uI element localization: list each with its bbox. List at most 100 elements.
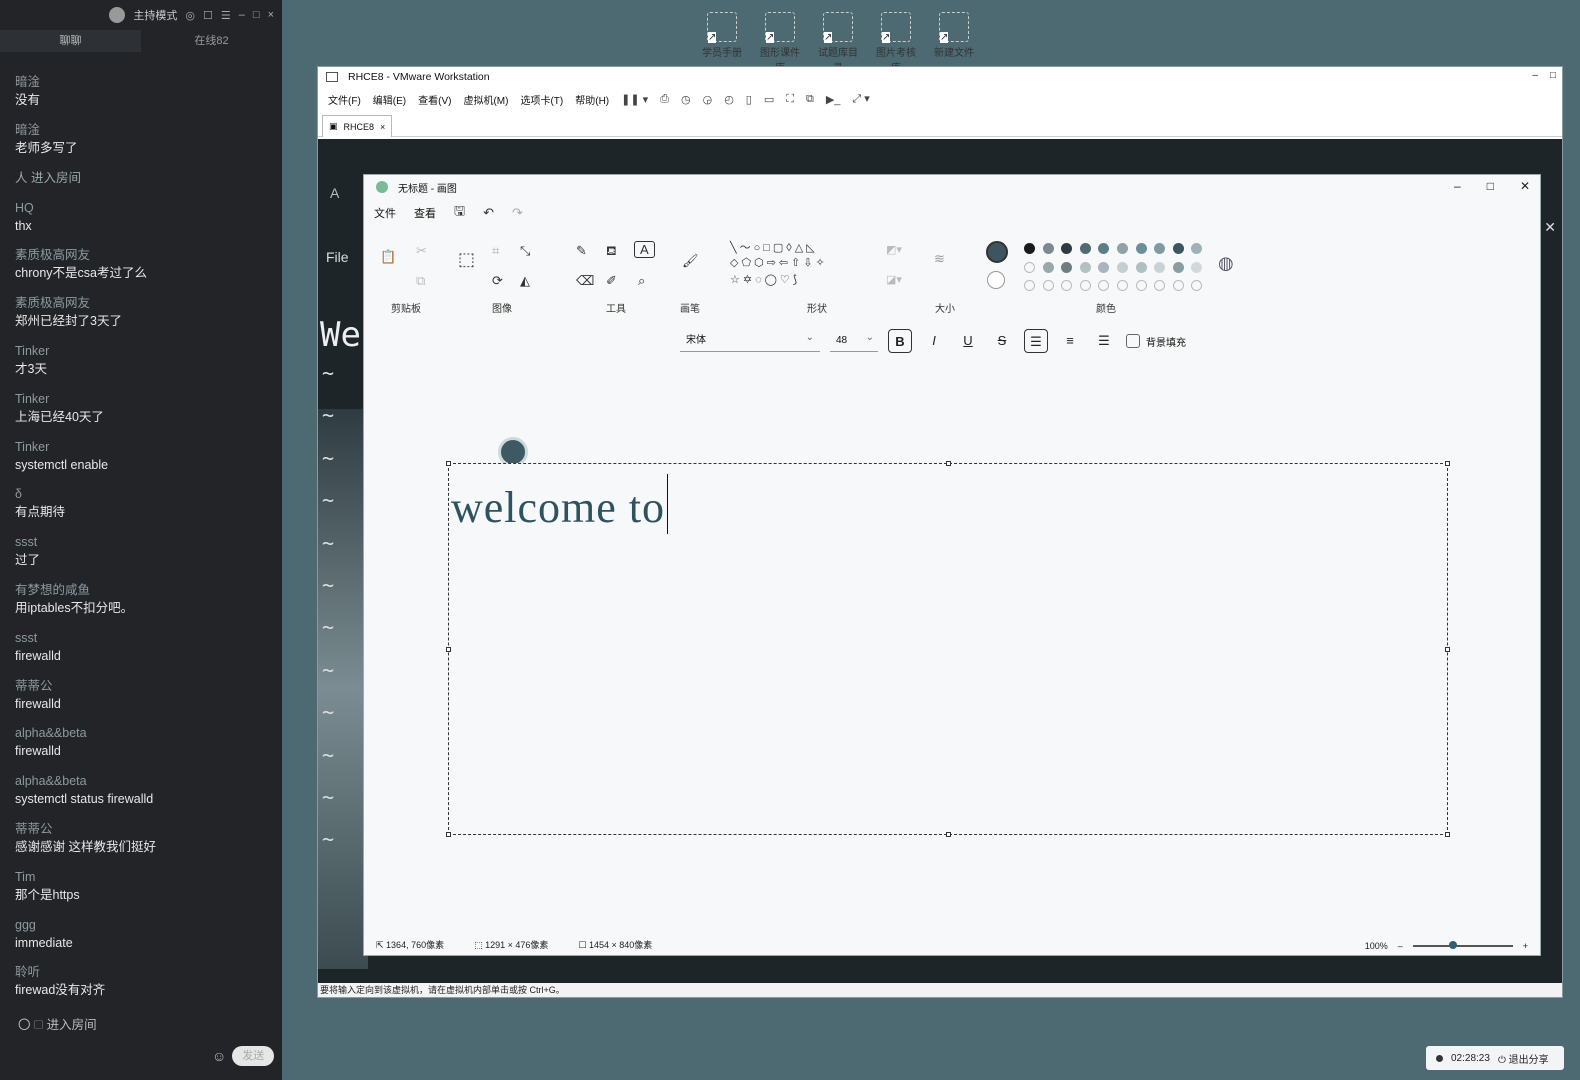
font-size-select[interactable]: 48 bbox=[830, 327, 878, 352]
color-swatch[interactable] bbox=[1042, 243, 1054, 254]
edit-colors-icon[interactable]: ◍ bbox=[1218, 253, 1234, 274]
popout-icon[interactable]: ☐ bbox=[203, 9, 213, 22]
color-picker-icon[interactable]: ✐ bbox=[606, 273, 617, 289]
menu-file[interactable]: 文件(F) bbox=[328, 92, 361, 107]
strikethrough-button[interactable]: S bbox=[990, 329, 1014, 353]
menu-vm[interactable]: 虚拟机(M) bbox=[463, 92, 508, 107]
brush-icon[interactable]: 🖌 bbox=[682, 253, 699, 269]
resize-icon[interactable]: ⤡ bbox=[520, 243, 530, 259]
exit-share-button[interactable]: ⏻ 退出分享 bbox=[1498, 1051, 1549, 1066]
maximize-icon[interactable]: □ bbox=[1487, 179, 1494, 193]
color-swatch[interactable] bbox=[1061, 243, 1073, 254]
color-swatch[interactable] bbox=[1117, 261, 1128, 273]
align-left-button[interactable]: ☰ bbox=[1024, 329, 1048, 353]
color-swatch[interactable] bbox=[1042, 261, 1054, 273]
zoom-slider[interactable] bbox=[1412, 941, 1513, 949]
minimize-icon[interactable]: – bbox=[239, 9, 245, 21]
flip-icon[interactable]: ◭ bbox=[520, 273, 530, 289]
color-swatch[interactable] bbox=[1079, 243, 1091, 254]
resize-handle[interactable] bbox=[1445, 461, 1450, 466]
vm-tab[interactable]: ▣ RHCE8 × bbox=[322, 115, 393, 137]
shapes-row-2[interactable]: ◇⬠⬡⇨⇦⇧⇩✧ bbox=[730, 256, 828, 269]
view-options-icon[interactable]: ⤢ ▾ bbox=[852, 92, 869, 106]
undo-icon[interactable]: ↶ bbox=[483, 205, 494, 221]
text-box[interactable]: welcome to bbox=[446, 461, 1450, 837]
color-swatch[interactable] bbox=[1117, 280, 1128, 291]
zoom-in-icon[interactable]: + bbox=[1523, 941, 1528, 951]
color-swatch[interactable] bbox=[1061, 280, 1073, 291]
color-swatch[interactable] bbox=[1191, 280, 1203, 291]
outline-icon[interactable]: ◩▾ bbox=[886, 243, 902, 256]
color-swatch[interactable] bbox=[1098, 261, 1110, 273]
desktop-shortcut[interactable]: 图形课件库 bbox=[758, 12, 802, 74]
menu-view[interactable]: 查看(V) bbox=[418, 92, 451, 107]
emoji-icon[interactable]: ☺ bbox=[212, 1048, 226, 1064]
console-icon[interactable]: ▶_ bbox=[826, 93, 841, 106]
color-swatch[interactable] bbox=[1154, 243, 1166, 254]
color-swatch[interactable] bbox=[1024, 261, 1035, 273]
snapshot-manager-icon[interactable]: ◴ bbox=[724, 93, 734, 106]
close-tab-icon[interactable]: × bbox=[380, 122, 385, 132]
color-swatch[interactable] bbox=[1135, 261, 1147, 273]
redo-icon[interactable]: ↷ bbox=[512, 205, 523, 221]
zoom-out-icon[interactable]: – bbox=[1398, 941, 1403, 951]
thumbnail-icon[interactable]: ▭ bbox=[764, 93, 774, 106]
color-swatch[interactable] bbox=[1191, 243, 1203, 254]
settings-icon[interactable]: ◎ bbox=[185, 9, 195, 22]
magnifier-icon[interactable]: ⌕ bbox=[638, 273, 645, 289]
select-icon[interactable]: ⬚ bbox=[458, 249, 475, 270]
crop-icon[interactable]: ⌗ bbox=[492, 243, 499, 259]
maximize-icon[interactable]: □ bbox=[253, 9, 260, 21]
size-icon[interactable]: ≋ bbox=[934, 251, 945, 267]
color-swatch[interactable] bbox=[1172, 243, 1184, 254]
fullscreen-icon[interactable]: ⛶ bbox=[786, 93, 794, 106]
pencil-icon[interactable]: ✎ bbox=[576, 243, 587, 259]
fill-icon[interactable]: ⛾ bbox=[606, 243, 617, 261]
menu-help[interactable]: 帮助(H) bbox=[575, 92, 609, 107]
bold-button[interactable]: B bbox=[888, 329, 912, 353]
sidebar-toggle-icon[interactable]: ▯ bbox=[746, 93, 752, 106]
color-swatch[interactable] bbox=[1098, 243, 1110, 254]
close-icon[interactable]: ✕ bbox=[1520, 179, 1530, 193]
color-swatch[interactable] bbox=[1172, 261, 1184, 273]
send-ctrl-alt-del-icon[interactable]: ⎙ bbox=[660, 93, 669, 106]
resize-handle[interactable] bbox=[946, 461, 951, 466]
color-swatch[interactable] bbox=[1172, 280, 1184, 291]
unity-icon[interactable]: ⧉ bbox=[806, 93, 814, 106]
minimize-icon[interactable]: – bbox=[1454, 179, 1461, 193]
primary-color-swatch[interactable] bbox=[986, 241, 1008, 263]
desktop-shortcut[interactable]: 学员手册 bbox=[700, 12, 744, 74]
menu-edit[interactable]: 编辑(E) bbox=[373, 92, 406, 107]
underline-button[interactable]: U bbox=[956, 329, 980, 353]
color-swatch[interactable] bbox=[1098, 280, 1110, 291]
desktop-shortcut[interactable]: 试题库目录 bbox=[816, 12, 860, 74]
text-tool-icon[interactable]: A bbox=[634, 241, 655, 258]
copy-icon[interactable]: ⧉ bbox=[416, 273, 425, 289]
color-swatch[interactable] bbox=[1061, 261, 1073, 273]
resize-handle[interactable] bbox=[446, 832, 451, 837]
minimize-icon[interactable]: – bbox=[1532, 70, 1538, 81]
shape-fill-icon[interactable]: ◪▾ bbox=[886, 273, 902, 286]
resize-handle[interactable] bbox=[1445, 832, 1450, 837]
color-swatch[interactable] bbox=[1154, 261, 1166, 273]
guest-file-menu[interactable]: File bbox=[326, 249, 349, 265]
color-swatch[interactable] bbox=[1154, 280, 1166, 291]
eraser-icon[interactable]: ⌫ bbox=[576, 273, 594, 289]
resize-handle[interactable] bbox=[446, 461, 451, 466]
align-center-button[interactable]: ≡ bbox=[1058, 329, 1082, 353]
tab-chat[interactable]: 聊聊 bbox=[0, 30, 141, 52]
resize-handle[interactable] bbox=[1445, 647, 1450, 652]
color-swatch[interactable] bbox=[1117, 243, 1128, 254]
color-swatch[interactable] bbox=[1191, 261, 1203, 273]
cut-icon[interactable]: ✂ bbox=[416, 243, 427, 259]
menu-tabs[interactable]: 选项卡(T) bbox=[520, 92, 563, 107]
paint-menu-file[interactable]: 文件 bbox=[374, 205, 396, 221]
color-swatch[interactable] bbox=[1024, 280, 1035, 291]
color-swatch[interactable] bbox=[1135, 243, 1147, 254]
menu-icon[interactable]: ☰ bbox=[221, 9, 231, 22]
snapshot-icon[interactable]: ◷ bbox=[681, 93, 691, 106]
color-swatch[interactable] bbox=[1079, 280, 1091, 291]
save-icon[interactable]: 🖫 bbox=[454, 202, 465, 224]
paste-icon[interactable]: 📋 bbox=[380, 249, 396, 265]
color-swatch[interactable] bbox=[1024, 243, 1035, 254]
